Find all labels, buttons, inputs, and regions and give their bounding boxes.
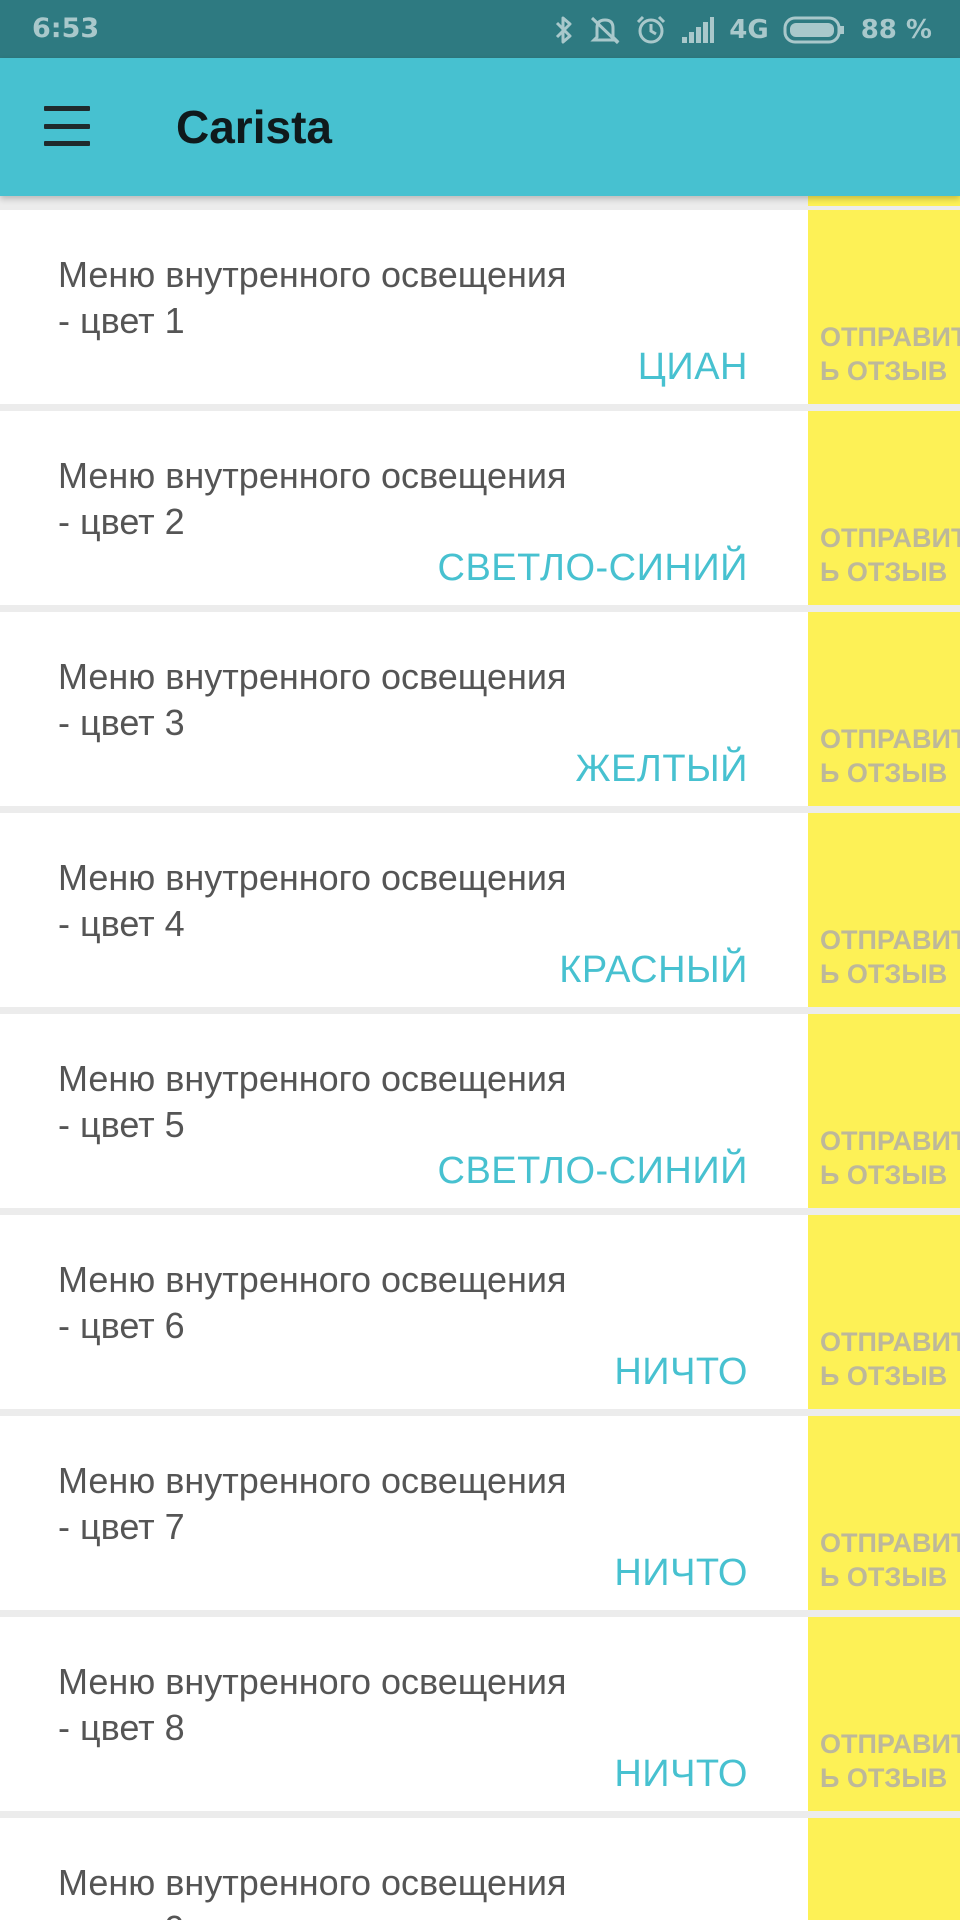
setting-card[interactable]: Меню внутренного освещения - цвет 3 ЖЕЛТ…: [0, 612, 808, 806]
feedback-strip: [808, 196, 960, 206]
setting-label: Меню внутренного освещения - цвет 3: [58, 656, 567, 743]
bluetooth-icon: [556, 16, 572, 44]
menu-line: [44, 141, 90, 146]
setting-label: Меню внутренного освещения - цвет 2: [58, 455, 567, 542]
send-feedback-label: ОТПРАВИТЬ ОТЗЫВ: [820, 925, 960, 989]
setting-value[interactable]: ЦИАН: [638, 346, 748, 389]
setting-row[interactable]: Меню внутренного освещения - цвет 3 ЖЕЛТ…: [0, 612, 960, 806]
setting-value[interactable]: ЖЕЛТЫЙ: [575, 748, 748, 791]
setting-card[interactable]: Меню внутренного освещения - цвет 2 СВЕТ…: [0, 411, 808, 605]
alarm-icon: [637, 15, 666, 44]
send-feedback-button[interactable]: ОТПРАВИТЬ ОТЗЫВ: [808, 411, 960, 605]
battery-percent: 88 %: [860, 15, 932, 45]
app-title: Carista: [176, 101, 332, 153]
send-feedback-label: ОТПРАВИТЬ ОТЗЫВ: [820, 724, 960, 788]
setting-value[interactable]: СВЕТЛО-СИНИЙ: [438, 1150, 748, 1193]
setting-card[interactable]: Меню внутренного освещения - цвет 4 КРАС…: [0, 813, 808, 1007]
menu-line: [44, 106, 90, 111]
setting-card[interactable]: Меню внутренного освещения - цвет 6 НИЧТ…: [0, 1215, 808, 1409]
send-feedback-button[interactable]: ОТПРАВИТЬ ОТЗЫВ: [808, 210, 960, 404]
status-time: 6:53: [32, 13, 100, 44]
setting-card[interactable]: Меню внутренного освещения - цвет 5 СВЕТ…: [0, 1014, 808, 1208]
setting-value[interactable]: НИЧТО: [614, 1351, 748, 1394]
status-icons: 4G 88 %: [553, 10, 932, 50]
app-bar: Carista: [0, 58, 960, 196]
send-feedback-label: ОТПРАВИТЬ ОТЗЫВ: [820, 1327, 960, 1391]
setting-label: Меню внутренного освещения - цвет 6: [58, 1259, 567, 1346]
setting-row[interactable]: Меню внутренного освещения - цвет 4 КРАС…: [0, 813, 960, 1007]
send-feedback-button[interactable]: [808, 1818, 960, 1920]
setting-label: Меню внутренного освещения - цвет 1: [58, 254, 567, 341]
hamburger-menu-icon[interactable]: [44, 106, 92, 146]
setting-row[interactable]: Меню внутренного освещения - цвет 6 НИЧТ…: [0, 1215, 960, 1409]
battery-icon: [783, 16, 844, 44]
setting-card[interactable]: Меню внутренного освещения - цвет 9: [0, 1818, 808, 1920]
status-bar: 6:53 4G 88 %: [0, 0, 960, 58]
send-feedback-label: ОТПРАВИТЬ ОТЗЫВ: [820, 1528, 960, 1592]
setting-value[interactable]: НИЧТО: [614, 1753, 748, 1796]
setting-value[interactable]: НИЧТО: [614, 1552, 748, 1595]
send-feedback-button[interactable]: ОТПРАВИТЬ ОТЗЫВ: [808, 1215, 960, 1409]
network-type: 4G: [729, 15, 769, 45]
setting-value[interactable]: СВЕТЛО-СИНИЙ: [438, 547, 748, 590]
setting-row[interactable]: Меню внутренного освещения - цвет 7 НИЧТ…: [0, 1416, 960, 1610]
setting-label: Меню внутренного освещения - цвет 7: [58, 1460, 567, 1547]
setting-label: Меню внутренного освещения - цвет 5: [58, 1058, 567, 1145]
menu-line: [44, 123, 90, 129]
send-feedback-label: ОТПРАВИТЬ ОТЗЫВ: [820, 322, 960, 386]
setting-label: Меню внутренного освещения - цвет 4: [58, 857, 567, 944]
signal-icon: [682, 17, 715, 43]
setting-value[interactable]: КРАСНЫЙ: [559, 949, 748, 992]
settings-list[interactable]: Меню внутренного освещения - цвет 1 ЦИАН…: [0, 196, 960, 1920]
send-feedback-label: ОТПРАВИТЬ ОТЗЫВ: [820, 523, 960, 587]
setting-row[interactable]: Меню внутренного освещения - цвет 2 СВЕТ…: [0, 411, 960, 605]
setting-card[interactable]: Меню внутренного освещения - цвет 7 НИЧТ…: [0, 1416, 808, 1610]
setting-row[interactable]: Меню внутренного освещения - цвет 9: [0, 1818, 960, 1920]
send-feedback-button[interactable]: ОТПРАВИТЬ ОТЗЫВ: [808, 1416, 960, 1610]
setting-row[interactable]: Меню внутренного освещения - цвет 1 ЦИАН…: [0, 210, 960, 404]
setting-card[interactable]: Меню внутренного освещения - цвет 1 ЦИАН: [0, 210, 808, 404]
send-feedback-button[interactable]: ОТПРАВИТЬ ОТЗЫВ: [808, 813, 960, 1007]
mute-icon: [590, 16, 620, 45]
send-feedback-button[interactable]: ОТПРАВИТЬ ОТЗЫВ: [808, 612, 960, 806]
setting-label: Меню внутренного освещения - цвет 9: [58, 1862, 567, 1920]
send-feedback-label: ОТПРАВИТЬ ОТЗЫВ: [820, 1729, 960, 1793]
setting-label: Меню внутренного освещения - цвет 8: [58, 1661, 567, 1748]
setting-card[interactable]: Меню внутренного освещения - цвет 8 НИЧТ…: [0, 1617, 808, 1811]
setting-row[interactable]: Меню внутренного освещения - цвет 8 НИЧТ…: [0, 1617, 960, 1811]
send-feedback-button[interactable]: ОТПРАВИТЬ ОТЗЫВ: [808, 1617, 960, 1811]
send-feedback-button[interactable]: ОТПРАВИТЬ ОТЗЫВ: [808, 1014, 960, 1208]
setting-row[interactable]: Меню внутренного освещения - цвет 5 СВЕТ…: [0, 1014, 960, 1208]
send-feedback-label: ОТПРАВИТЬ ОТЗЫВ: [820, 1126, 960, 1190]
